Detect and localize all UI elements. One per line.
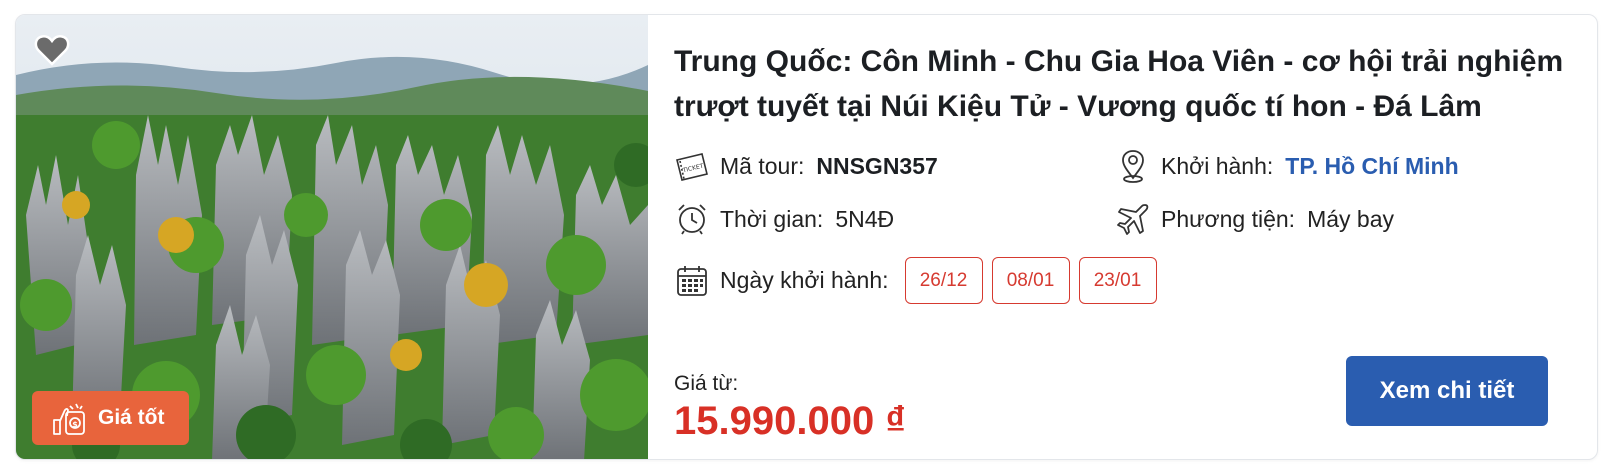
tour-card: $ Giá tốt Trung Quốc: Côn Minh - Chu Gia… — [15, 14, 1598, 460]
favorite-heart-icon[interactable] — [34, 33, 70, 67]
date-chip[interactable]: 08/01 — [991, 257, 1070, 304]
ticket-icon: TICKET — [676, 153, 708, 181]
location-pin-icon — [1122, 150, 1144, 183]
tour-code-row: TICKET Mã tour: NNSGN357 — [674, 148, 938, 184]
thumbs-up-money-icon: $ — [53, 403, 85, 435]
transport-value: Máy bay — [1307, 205, 1394, 232]
date-chip[interactable]: 23/01 — [1078, 257, 1157, 304]
price-value: 15.990.000 ₫ — [674, 399, 906, 443]
tour-details: Trung Quốc: Côn Minh - Chu Gia Hoa Viên … — [674, 15, 1597, 459]
svg-text:$: $ — [72, 420, 78, 429]
tour-image[interactable]: $ Giá tốt — [16, 15, 648, 459]
duration-row: Thời gian: 5N4Đ — [674, 201, 894, 237]
departure-dates-list: 26/12 08/01 23/01 — [904, 257, 1166, 304]
view-details-button[interactable]: Xem chi tiết — [1346, 356, 1548, 426]
tour-title[interactable]: Trung Quốc: Côn Minh - Chu Gia Hoa Viên … — [674, 39, 1564, 129]
departure-dates-label: Ngày khởi hành: — [720, 267, 889, 293]
departure-dates-row: Ngày khởi hành: 26/12 08/01 23/01 — [674, 257, 1166, 304]
departure-row: Khởi hành: TP. Hồ Chí Minh — [1115, 148, 1459, 184]
tour-code-value: NNSGN357 — [816, 152, 938, 179]
departure-value[interactable]: TP. Hồ Chí Minh — [1285, 153, 1458, 180]
price-label: Giá từ: — [674, 372, 739, 395]
badge-label: Giá tốt — [98, 406, 165, 429]
airplane-icon — [1117, 204, 1149, 235]
alarm-clock-icon — [678, 204, 706, 235]
duration-value: 5N4Đ — [835, 205, 895, 232]
duration-label: Thời gian: — [720, 205, 824, 232]
tour-code-label: Mã tour: — [720, 152, 805, 179]
departure-label: Khởi hành: — [1161, 152, 1274, 179]
date-chip[interactable]: 26/12 — [904, 257, 983, 304]
transport-row: Phương tiện: Máy bay — [1115, 201, 1394, 237]
calendar-icon — [677, 265, 707, 296]
transport-label: Phương tiện: — [1161, 205, 1296, 232]
best-price-badge: $ Giá tốt — [32, 391, 189, 445]
svg-text:TICKET: TICKET — [681, 163, 704, 175]
